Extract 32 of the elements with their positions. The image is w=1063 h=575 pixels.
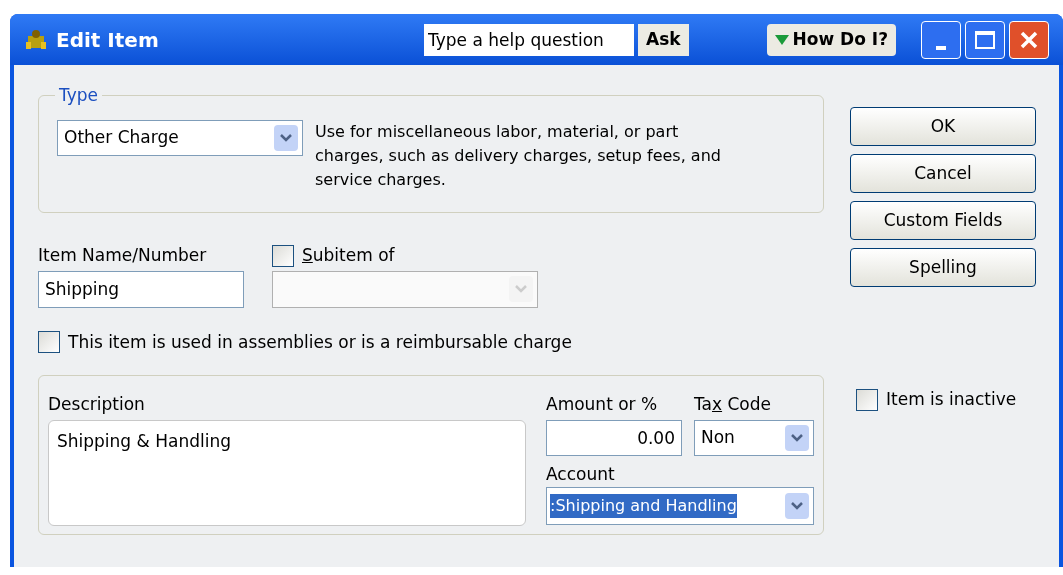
checkbox[interactable] [38,331,60,354]
maximize-button[interactable] [965,20,1005,59]
field-label: Description [48,393,146,416]
field-label: Account [546,462,616,486]
amount-field[interactable]: 0.00 [546,419,682,456]
checkbox-label: Item is inactive [886,388,1017,411]
checkbox-label: Subitem of [302,244,395,267]
help-search-field[interactable]: Type a help question [424,23,634,56]
dialog-button[interactable]: Spelling [850,248,1036,287]
window-title: Edit Item [56,26,160,54]
field-label: Item Name/Number [38,244,208,267]
minimize-button[interactable] [921,20,961,59]
dialog-button[interactable]: Custom Fields [850,201,1036,240]
checkbox-label: This item is used in assemblies or is a reimbursable charge [68,330,572,354]
account-value: :Shipping and Handling [550,494,737,518]
dialog-button[interactable]: Cancel [850,154,1036,193]
type-description: Use for miscellaneous labor, material, or part charges, such as delivery charges, setup fees, and service charges. [315,121,722,191]
close-button[interactable] [1009,20,1049,59]
item-name-field[interactable]: Shipping [38,270,244,308]
tax-code-dropdown[interactable]: Non [694,419,814,456]
type-dropdown[interactable]: Other Charge [57,120,303,156]
ask-button[interactable]: Ask [638,23,689,56]
account-dropdown[interactable]: :Shipping and Handling [546,487,814,525]
checkbox[interactable] [856,388,878,411]
app-icon [24,27,48,52]
description-field[interactable]: Shipping & Handling [48,419,526,526]
close-icon [1019,29,1039,50]
triangle-down-icon [774,34,789,45]
field-label: Tax Code [694,393,772,416]
dialog-button[interactable]: OK [850,107,1036,146]
how-do-i-button[interactable]: How Do I? [766,23,897,56]
field-label: Amount or % [546,393,659,416]
